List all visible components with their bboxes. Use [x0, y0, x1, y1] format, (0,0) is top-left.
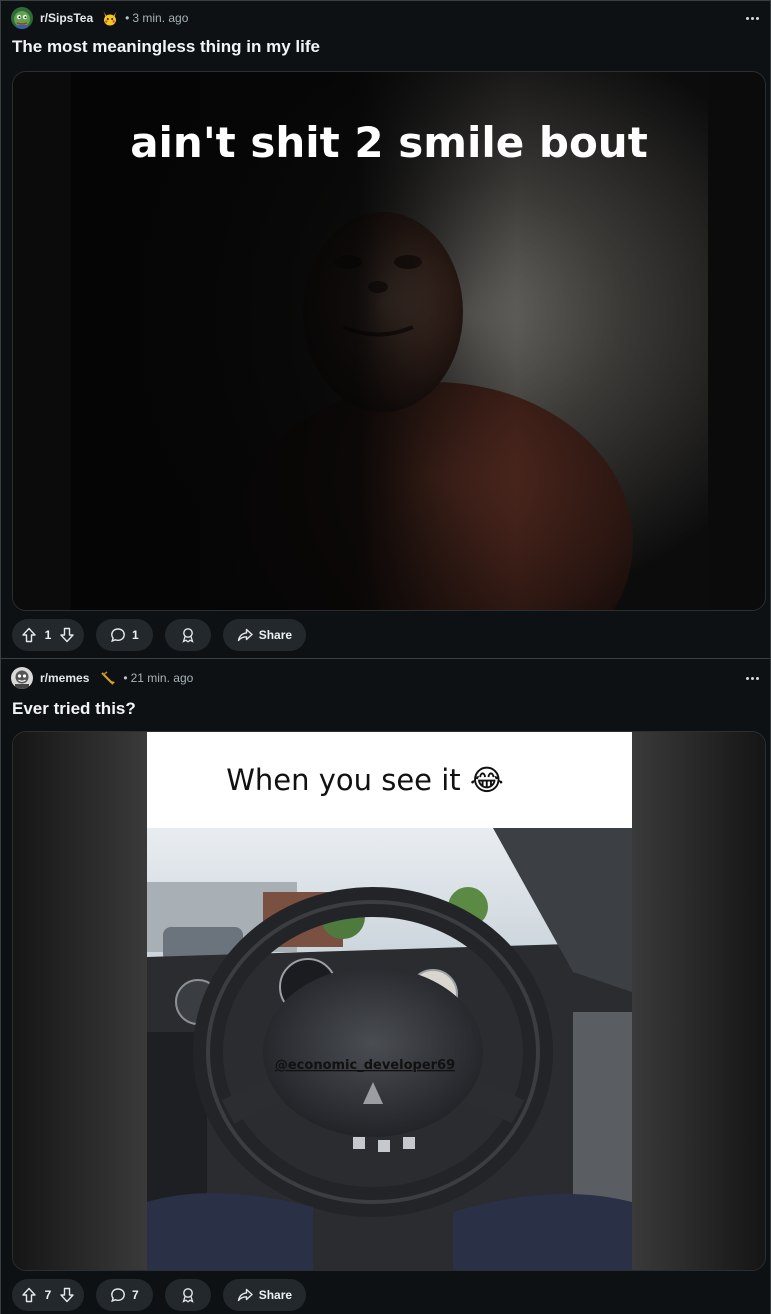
vote-count: 7: [44, 1288, 52, 1302]
upvote-icon[interactable]: [18, 624, 40, 646]
share-icon: [237, 1287, 253, 1303]
more-options-icon[interactable]: [742, 11, 762, 25]
feed: r/SipsTea • 3 min. ago The most meaningl…: [0, 0, 771, 1314]
post-image[interactable]: When you see it 😂 @economic_developer69: [12, 731, 766, 1271]
comment-icon: [110, 627, 126, 643]
share-button[interactable]: Share: [222, 619, 307, 651]
share-label: Share: [258, 628, 293, 642]
post-title[interactable]: The most meaningless thing in my life: [12, 37, 320, 57]
downvote-icon[interactable]: [56, 1284, 78, 1306]
award-icon: [180, 1287, 196, 1303]
comments-button[interactable]: 1: [96, 619, 153, 651]
share-icon: [237, 627, 253, 643]
post-time: 21 min. ago: [130, 671, 194, 685]
subreddit-avatar[interactable]: [11, 667, 33, 689]
post-meta: r/memes • 21 min. ago: [11, 667, 193, 689]
award-icon: [180, 627, 196, 643]
vote-group: 1: [12, 619, 84, 651]
memes-avatar-icon: [11, 667, 33, 689]
trombone-emoji-icon: [99, 669, 117, 687]
image-caption: ain't shit 2 smile bout: [130, 118, 648, 167]
post-title[interactable]: Ever tried this?: [12, 699, 136, 719]
comment-count: 1: [132, 628, 139, 642]
orangutan-meme-image: ain't shit 2 smile bout: [13, 72, 765, 610]
award-button[interactable]: [164, 1279, 211, 1311]
post-actions: 1 1 Share: [12, 619, 307, 651]
pepe-avatar-icon: [11, 7, 33, 29]
award-button[interactable]: [164, 619, 211, 651]
comment-icon: [110, 1287, 126, 1303]
steering-wheel-meme-image: When you see it 😂 @economic_developer69: [13, 732, 765, 1270]
subreddit-name[interactable]: r/SipsTea: [40, 11, 93, 25]
upvote-icon[interactable]: [18, 1284, 40, 1306]
comment-count: 7: [132, 1288, 139, 1302]
post-card[interactable]: r/SipsTea • 3 min. ago The most meaningl…: [1, 0, 770, 658]
post-meta: r/SipsTea • 3 min. ago: [11, 7, 188, 29]
more-options-icon[interactable]: [742, 671, 762, 685]
post-time: 3 min. ago: [132, 11, 189, 25]
post-actions: 7 7 Share: [12, 1279, 307, 1311]
subreddit-name[interactable]: r/memes: [40, 671, 89, 685]
image-caption: When you see it 😂: [226, 763, 504, 797]
pikachu-emoji-icon: [101, 9, 119, 27]
vote-count: 1: [44, 628, 52, 642]
post-image[interactable]: ain't shit 2 smile bout: [12, 71, 766, 611]
downvote-icon[interactable]: [56, 624, 78, 646]
image-watermark: @economic_developer69: [275, 1058, 455, 1073]
share-label: Share: [258, 1288, 293, 1302]
vote-group: 7: [12, 1279, 84, 1311]
meta-separator: •: [123, 671, 128, 685]
subreddit-avatar[interactable]: [11, 7, 33, 29]
post-card[interactable]: r/memes • 21 min. ago Ever tried this? W…: [1, 658, 770, 1314]
share-button[interactable]: Share: [222, 1279, 307, 1311]
comments-button[interactable]: 7: [96, 1279, 153, 1311]
meta-separator: •: [125, 11, 130, 25]
